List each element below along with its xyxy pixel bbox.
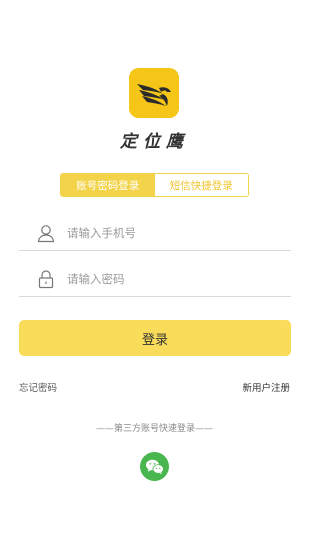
register-link[interactable]: 新用户注册: [242, 380, 290, 394]
tab-password-login[interactable]: 账号密码登录: [61, 174, 155, 196]
forgot-password-link[interactable]: 忘记密码: [19, 380, 57, 394]
password-field: [19, 261, 291, 297]
app-name: 定位鹰: [120, 132, 189, 152]
user-icon: [35, 222, 57, 244]
tab-sms-login[interactable]: 短信快捷登录: [154, 174, 248, 196]
password-input[interactable]: [67, 271, 267, 286]
wechat-icon: [145, 459, 164, 474]
eagle-logo-icon: [129, 68, 179, 118]
phone-input[interactable]: [67, 225, 267, 240]
login-screen: 定位鹰 账号密码登录 短信快捷登录 登录 忘记密码 新用户注册 ——第三方账号快…: [0, 0, 309, 550]
login-button[interactable]: 登录: [19, 320, 291, 356]
wechat-login-button[interactable]: [140, 452, 169, 481]
app-logo: [129, 68, 179, 118]
phone-field: [19, 215, 291, 251]
lock-icon: [35, 268, 57, 290]
login-mode-tabs: 账号密码登录 短信快捷登录: [60, 173, 249, 197]
third-party-login-label: ——第三方账号快速登录——: [95, 424, 213, 434]
